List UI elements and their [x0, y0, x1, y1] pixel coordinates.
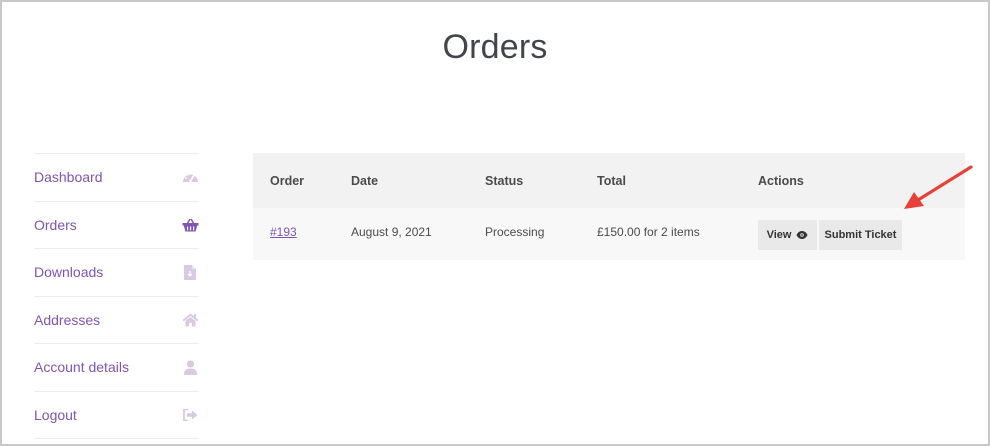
column-header-total: Total — [597, 174, 626, 188]
nav-item-logout[interactable]: Logout — [34, 392, 199, 439]
orders-table: Order Date Status Total Actions #193 Aug… — [253, 153, 965, 260]
order-number-link[interactable]: #193 — [270, 225, 297, 239]
page-title: Orders — [442, 28, 548, 66]
column-header-date: Date — [351, 174, 379, 188]
nav-item-dashboard[interactable]: Dashboard — [34, 154, 199, 202]
order-date-cell: August 9, 2021 — [351, 225, 432, 239]
nav-item-orders[interactable]: Orders — [34, 202, 199, 249]
annotation-arrow-icon — [900, 162, 975, 219]
basket-icon — [181, 216, 199, 234]
account-navigation: Dashboard Orders Downloads Addresses Acc… — [34, 153, 199, 439]
column-header-order: Order — [270, 174, 305, 188]
user-icon — [181, 358, 199, 376]
order-total-cell: £150.00 for 2 items — [597, 225, 700, 239]
nav-item-label: Downloads — [34, 264, 104, 281]
nav-item-account-details[interactable]: Account details — [34, 344, 199, 392]
submit-ticket-button-label: Submit Ticket — [824, 229, 897, 241]
view-order-button[interactable]: View — [758, 220, 817, 250]
nav-item-addresses[interactable]: Addresses — [34, 297, 199, 344]
eye-icon — [796, 231, 808, 239]
nav-item-label: Dashboard — [34, 169, 103, 186]
order-number-cell: #193 — [270, 225, 297, 239]
column-header-actions: Actions — [758, 174, 804, 188]
nav-item-label: Logout — [34, 406, 77, 423]
nav-item-label: Orders — [34, 216, 77, 233]
nav-item-label: Account details — [34, 359, 129, 376]
dashboard-gauge-icon — [181, 168, 199, 186]
nav-item-downloads[interactable]: Downloads — [34, 249, 199, 297]
orders-table-header: Order Date Status Total Actions — [253, 153, 965, 208]
table-row: #193 August 9, 2021 Processing £150.00 f… — [253, 208, 965, 260]
file-download-icon — [181, 263, 199, 281]
submit-ticket-button[interactable]: Submit Ticket — [819, 220, 902, 250]
order-status-cell: Processing — [485, 225, 545, 239]
column-header-status: Status — [485, 174, 524, 188]
home-icon — [181, 311, 199, 329]
nav-item-label: Addresses — [34, 311, 101, 328]
view-button-label: View — [766, 229, 792, 241]
sign-out-icon — [181, 406, 199, 424]
